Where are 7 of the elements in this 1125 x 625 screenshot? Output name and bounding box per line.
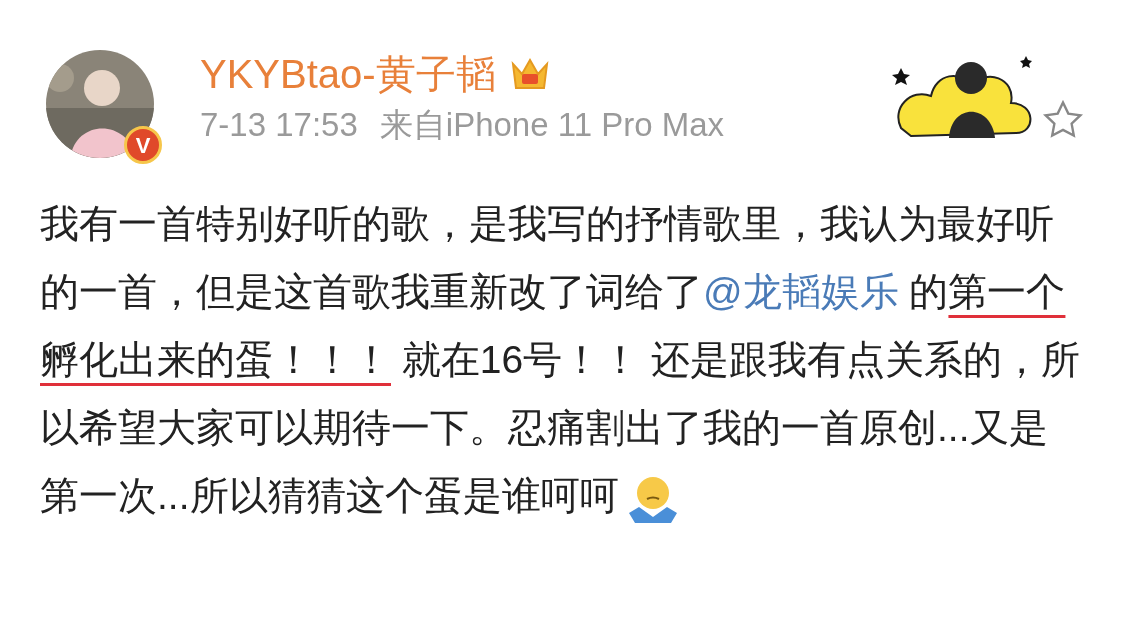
post-text: 我有一首特别好听的歌，是我写的抒情歌里，我认为最好听的一首，但是这首歌我重新改了词给了@龙韬娱乐 的第一个孵化出来的蛋！！！ 就在16号！！ 还是跟我有点关系的，所以希望大家可以期待一下。忍痛割出了我的一首原创...又是第一次...所以猜猜这个蛋是谁呵呵 (40, 190, 1085, 530)
author-name[interactable]: YKYBtao-黄子韬 (200, 54, 496, 94)
post-time: 7-13 17:53 (200, 108, 358, 141)
mention-link[interactable]: @龙韬娱乐 (703, 270, 899, 313)
crown-icon (509, 56, 550, 92)
post-source: 来自iPhone 11 Pro Max (379, 108, 725, 141)
verified-badge: V (124, 126, 162, 164)
